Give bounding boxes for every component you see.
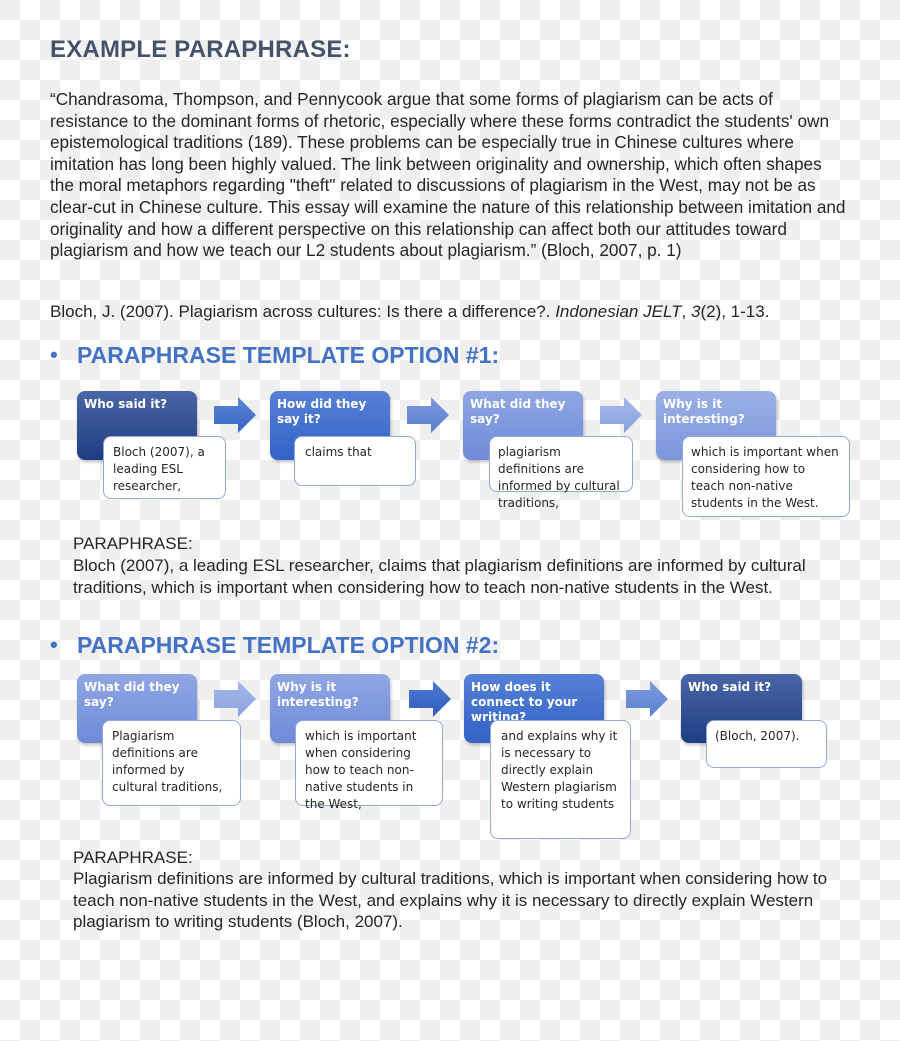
reference-prefix: Bloch, J. (2007). Plagiarism across cult… <box>50 302 556 321</box>
option2-paraphrase-label: PARAPHRASE: <box>73 848 193 867</box>
arrow-right-icon <box>409 681 451 717</box>
reference-citation: Bloch, J. (2007). Plagiarism across cult… <box>50 302 769 322</box>
arrow-right-icon <box>214 397 256 433</box>
bullet-icon: • <box>50 342 58 367</box>
option1-paraphrase: Bloch (2007), a leading ESL researcher, … <box>73 556 806 597</box>
page-heading: EXAMPLE PARAPHRASE: <box>50 36 351 63</box>
arrow-right-icon <box>626 681 668 717</box>
reference-rest: (2), 1-13. <box>700 302 770 321</box>
bullet-icon: • <box>50 632 58 657</box>
option1-paraphrase-label: PARAPHRASE: <box>73 534 193 553</box>
arrow-right-icon <box>214 681 256 717</box>
option1-step4-card: which is important when considering how … <box>682 436 850 517</box>
option2-title: PARAPHRASE TEMPLATE OPTION #2: <box>77 632 500 658</box>
reference-journal: Indonesian JELT <box>555 302 682 321</box>
option2-step1-card: Plagiarism definitions are informed by c… <box>102 720 241 806</box>
reference-sep: , <box>681 302 691 321</box>
arrow-right-icon <box>600 397 642 433</box>
option1-title: PARAPHRASE TEMPLATE OPTION #1: <box>77 342 500 368</box>
option1-step2-card: claims that <box>294 436 416 486</box>
arrow-right-icon <box>407 397 449 433</box>
option1-step1-card: Bloch (2007), a leading ESL researcher, <box>103 436 226 499</box>
option2-step4-card: (Bloch, 2007). <box>706 720 827 768</box>
option2-step3-card: and explains why it is necessary to dire… <box>490 720 631 839</box>
example-quote: “Chandrasoma, Thompson, and Pennycook ar… <box>50 89 846 261</box>
option2-step2-card: which is important when considering how … <box>295 720 443 811</box>
option1-step3-card: plagiarism definitions are informed by c… <box>489 436 633 510</box>
option2-paraphrase: Plagiarism definitions are informed by c… <box>73 869 828 932</box>
